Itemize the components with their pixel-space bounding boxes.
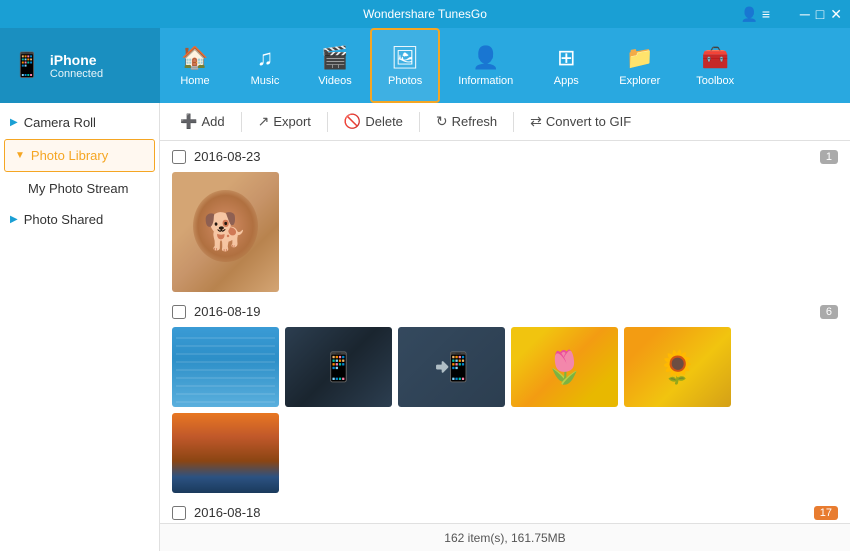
- device-section: 📱 iPhone Connected: [0, 28, 160, 103]
- photo-thumb[interactable]: [398, 327, 505, 407]
- date-checkbox-0[interactable]: [172, 150, 186, 164]
- user-icon[interactable]: 👤 ≡: [741, 6, 771, 23]
- tab-photos-label: Photos: [388, 75, 422, 87]
- sidebar-item-label-my-photo-stream: My Photo Stream: [28, 181, 128, 196]
- date-count-1: 6: [820, 305, 838, 319]
- photos-icon: 🖼: [391, 45, 419, 71]
- refresh-button[interactable]: ↻ Refresh: [428, 109, 505, 134]
- photo-thumb[interactable]: [172, 327, 279, 407]
- delete-icon: 🚫: [344, 113, 361, 130]
- tab-music[interactable]: ♫ Music: [230, 28, 300, 103]
- divider-1: [241, 112, 242, 132]
- tab-home[interactable]: 🏠 Home: [160, 28, 230, 103]
- music-icon: ♫: [257, 45, 274, 71]
- delete-button[interactable]: 🚫 Delete: [336, 109, 411, 134]
- sidebar-item-label-camera-roll: Camera Roll: [24, 115, 96, 130]
- tab-photos[interactable]: 🖼 Photos: [370, 28, 440, 103]
- expand-arrow-camera-roll: ▶: [10, 117, 18, 128]
- photo-thumb[interactable]: [172, 413, 279, 493]
- export-label: Export: [273, 114, 311, 129]
- add-label: Add: [201, 114, 224, 129]
- app-title: Wondershare TunesGo: [363, 7, 487, 21]
- nav-bar: 📱 iPhone Connected 🏠 Home ♫ Music 🎬 Vide…: [0, 28, 850, 103]
- photo-row-0: [172, 172, 838, 292]
- sidebar-item-photo-shared[interactable]: ▶ Photo Shared: [0, 204, 159, 235]
- photo-thumb[interactable]: [285, 327, 392, 407]
- tab-information-label: Information: [458, 75, 513, 87]
- export-icon: ↗: [258, 113, 270, 130]
- apps-icon: ⊞: [557, 45, 575, 71]
- date-header-2: 2016-08-18 17: [172, 505, 838, 520]
- tab-apps[interactable]: ⊞ Apps: [531, 28, 601, 103]
- photo-thumb[interactable]: [511, 327, 618, 407]
- expand-arrow-photo-shared: ▶: [10, 214, 18, 225]
- photo-row-1: [172, 327, 838, 493]
- date-label-0: 2016-08-23: [194, 149, 261, 164]
- divider-4: [513, 112, 514, 132]
- sidebar: ▶ Camera Roll ▼ Photo Library My Photo S…: [0, 103, 160, 551]
- date-checkbox-1[interactable]: [172, 305, 186, 319]
- status-bar: 162 item(s), 161.75MB: [160, 523, 850, 551]
- date-checkbox-2[interactable]: [172, 506, 186, 520]
- divider-3: [419, 112, 420, 132]
- sidebar-item-photo-library[interactable]: ▼ Photo Library: [4, 139, 155, 172]
- tab-home-label: Home: [180, 75, 209, 87]
- convert-label: Convert to GIF: [546, 114, 631, 129]
- date-count-2: 17: [814, 506, 838, 520]
- divider-2: [327, 112, 328, 132]
- title-bar: 👤 ≡ Wondershare TunesGo ─ □ ✕: [0, 0, 850, 28]
- minimize-button[interactable]: ─: [800, 7, 810, 21]
- tab-music-label: Music: [251, 75, 280, 87]
- date-header-1: 2016-08-19 6: [172, 304, 838, 319]
- toolbox-icon: 🧰: [702, 45, 729, 71]
- tab-toolbox-label: Toolbox: [696, 75, 734, 87]
- tab-information[interactable]: 👤 Information: [440, 28, 531, 103]
- information-icon: 👤: [472, 45, 499, 71]
- explorer-icon: 📁: [626, 45, 653, 71]
- sidebar-item-label-photo-shared: Photo Shared: [24, 212, 104, 227]
- tab-explorer-label: Explorer: [619, 75, 660, 87]
- sidebar-item-my-photo-stream[interactable]: My Photo Stream: [0, 173, 159, 204]
- delete-label: Delete: [365, 114, 403, 129]
- content-area: ➕ Add ↗ Export 🚫 Delete ↻ Refresh ⇄ Conv…: [160, 103, 850, 551]
- refresh-label: Refresh: [452, 114, 498, 129]
- home-icon: 🏠: [181, 45, 208, 71]
- refresh-icon: ↻: [436, 113, 448, 130]
- device-status: Connected: [50, 68, 103, 80]
- convert-icon: ⇄: [530, 113, 542, 130]
- tab-videos-label: Videos: [318, 75, 351, 87]
- nav-tabs: 🏠 Home ♫ Music 🎬 Videos 🖼 Photos 👤 Infor…: [160, 28, 850, 103]
- expand-arrow-photo-library: ▼: [15, 150, 25, 161]
- window-controls: ─ □ ✕: [800, 7, 842, 21]
- tab-explorer[interactable]: 📁 Explorer: [601, 28, 678, 103]
- photo-thumb[interactable]: [624, 327, 731, 407]
- add-button[interactable]: ➕ Add: [172, 109, 233, 134]
- export-button[interactable]: ↗ Export: [250, 109, 319, 134]
- photo-thumb[interactable]: [172, 172, 279, 292]
- add-icon: ➕: [180, 113, 197, 130]
- convert-gif-button[interactable]: ⇄ Convert to GIF: [522, 109, 639, 134]
- tab-toolbox[interactable]: 🧰 Toolbox: [678, 28, 752, 103]
- date-count-0: 1: [820, 150, 838, 164]
- date-label-1: 2016-08-19: [194, 304, 261, 319]
- toolbar: ➕ Add ↗ Export 🚫 Delete ↻ Refresh ⇄ Conv…: [160, 103, 850, 141]
- device-name: iPhone: [50, 52, 103, 68]
- tab-videos[interactable]: 🎬 Videos: [300, 28, 370, 103]
- date-label-2: 2016-08-18: [194, 505, 261, 520]
- maximize-button[interactable]: □: [816, 7, 824, 21]
- sidebar-item-camera-roll[interactable]: ▶ Camera Roll: [0, 107, 159, 138]
- device-icon: 📱: [12, 51, 42, 80]
- date-group-2: 2016-08-18 17: [172, 505, 838, 523]
- date-header-0: 2016-08-23 1: [172, 149, 838, 164]
- photo-grid-area[interactable]: 2016-08-23 1 2016-08-19 6: [160, 141, 850, 523]
- date-group-0: 2016-08-23 1: [172, 149, 838, 292]
- videos-icon: 🎬: [321, 45, 348, 71]
- main-container: ▶ Camera Roll ▼ Photo Library My Photo S…: [0, 103, 850, 551]
- close-button[interactable]: ✕: [830, 7, 842, 21]
- device-info: iPhone Connected: [50, 52, 103, 80]
- status-text: 162 item(s), 161.75MB: [444, 531, 565, 545]
- tab-apps-label: Apps: [554, 75, 579, 87]
- sidebar-item-label-photo-library: Photo Library: [31, 148, 108, 163]
- date-group-1: 2016-08-19 6: [172, 304, 838, 493]
